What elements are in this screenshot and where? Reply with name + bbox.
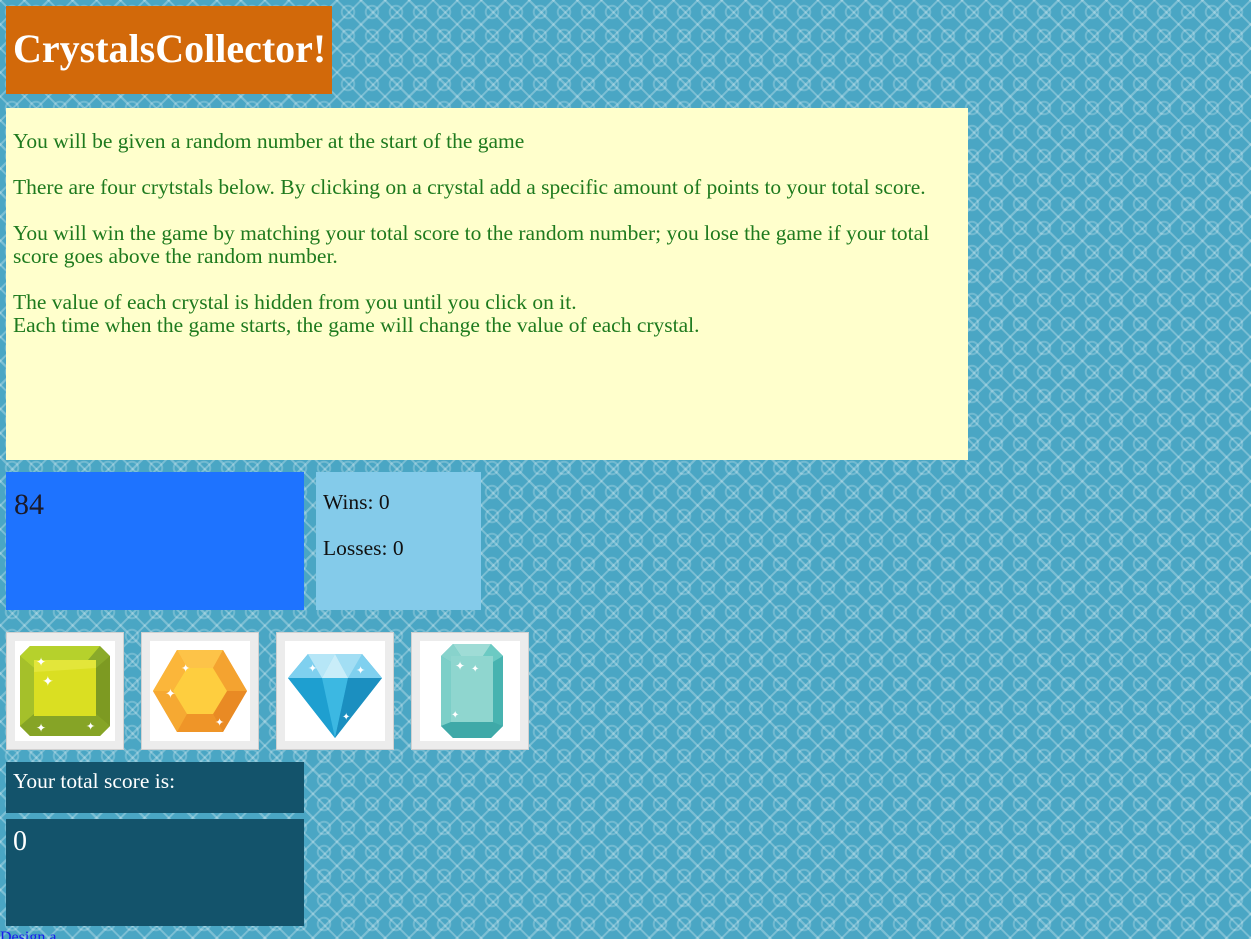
crystal-button-orange[interactable]: ✦ ✦ ✦ bbox=[141, 632, 259, 750]
instruction-line-4b: Each time when the game starts, the game… bbox=[13, 313, 700, 337]
stats-panel: Wins: 0 Losses: 0 bbox=[316, 472, 481, 610]
svg-text:✦: ✦ bbox=[181, 662, 190, 675]
svg-text:✦: ✦ bbox=[308, 662, 317, 675]
svg-text:✦: ✦ bbox=[471, 664, 479, 675]
crystal-button-teal[interactable]: ✦ ✦ ✦ bbox=[411, 632, 529, 750]
wins-counter: Wins: 0 bbox=[323, 490, 390, 514]
instruction-line-4a: The value of each crystal is hidden from… bbox=[13, 290, 577, 314]
total-score-label-box: Your total score is: bbox=[6, 762, 304, 813]
total-score-label: Your total score is: bbox=[13, 769, 176, 793]
instructions-panel: You will be given a random number at the… bbox=[6, 108, 968, 460]
total-score-value: 0 bbox=[13, 826, 27, 857]
losses-counter: Losses: 0 bbox=[323, 536, 404, 560]
orange-hexagon-gem-icon: ✦ ✦ ✦ bbox=[153, 650, 247, 732]
total-score-box: 0 bbox=[6, 819, 304, 926]
svg-text:✦: ✦ bbox=[36, 655, 46, 669]
svg-text:✦: ✦ bbox=[342, 712, 350, 723]
svg-text:✦: ✦ bbox=[36, 721, 46, 735]
svg-text:✦: ✦ bbox=[86, 720, 95, 733]
svg-text:✦: ✦ bbox=[215, 716, 224, 729]
green-square-gem-icon: ✦ ✦ ✦ ✦ bbox=[20, 646, 110, 736]
crystal-button-green[interactable]: ✦ ✦ ✦ ✦ bbox=[6, 632, 124, 750]
svg-text:✦: ✦ bbox=[455, 659, 465, 673]
blue-diamond-gem-icon: ✦ ✦ ✦ bbox=[288, 654, 382, 738]
instruction-line-1: You will be given a random number at the… bbox=[13, 129, 525, 153]
title-banner: CrystalsCollector! bbox=[6, 6, 332, 94]
svg-text:✦: ✦ bbox=[165, 687, 176, 702]
page-title: CrystalsCollector! bbox=[13, 26, 327, 71]
instruction-line-3: You will win the game by matching your t… bbox=[13, 221, 930, 268]
svg-text:✦: ✦ bbox=[451, 710, 459, 721]
teal-emerald-gem-icon: ✦ ✦ ✦ bbox=[441, 644, 503, 738]
svg-text:✦: ✦ bbox=[356, 664, 365, 677]
svg-text:✦: ✦ bbox=[42, 674, 54, 690]
target-number: 84 bbox=[14, 488, 44, 521]
footer-link[interactable]: Design a bbox=[0, 929, 56, 939]
target-number-box: 84 bbox=[6, 472, 304, 610]
crystal-button-blue[interactable]: ✦ ✦ ✦ bbox=[276, 632, 394, 750]
instruction-line-2: There are four crytstals below. By click… bbox=[13, 175, 926, 199]
